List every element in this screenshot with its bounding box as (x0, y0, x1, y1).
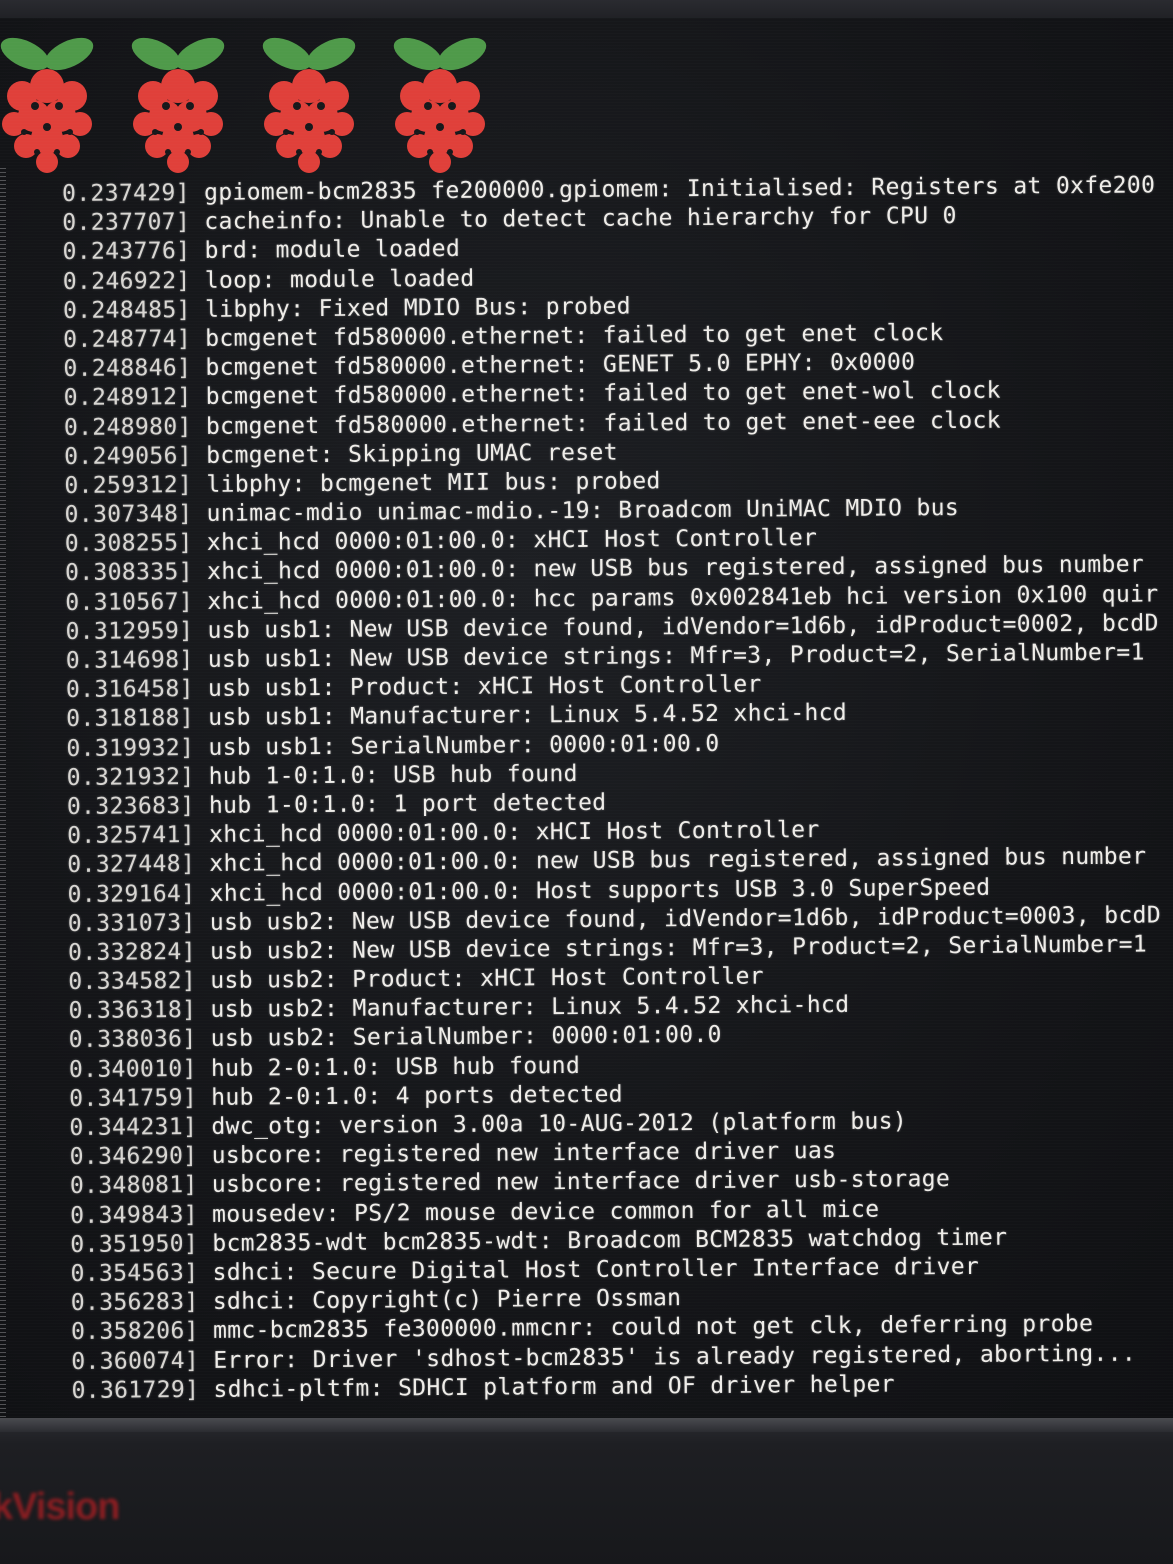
log-message: usbcore: registered new interface driver… (211, 1166, 951, 1199)
log-message: hub 1-0:1.0: USB hub found (208, 760, 578, 790)
log-timestamp: 0.354563] (70, 1259, 199, 1287)
log-timestamp: 0.308335] (64, 559, 193, 587)
raspberry-icon (131, 37, 225, 173)
log-timestamp: 0.308255] (64, 530, 193, 558)
log-message: libphy: bcmgenet MII bus: probed (206, 468, 661, 498)
log-message: xhci_hcd 0000:01:00.0: Host supports USB… (209, 874, 991, 907)
log-message: bcmgenet fd580000.ethernet: failed to ge… (205, 320, 944, 352)
log-timestamp: 0.338036] (68, 1026, 197, 1054)
log-timestamp: 0.351950] (70, 1230, 199, 1258)
log-message: Error: Driver 'sdhost-bcm2835' is alread… (213, 1340, 1137, 1374)
monitor-brand-logo: kVision (0, 1486, 120, 1528)
log-message: xhci_hcd 0000:01:00.0: hcc params 0x0028… (207, 581, 1159, 615)
log-message: bcm2835-wdt bcm2835-wdt: Broadcom BCM283… (212, 1224, 1008, 1257)
bezel-edge (0, 1418, 1173, 1432)
log-timestamp: 0.248485] (62, 296, 191, 324)
monitor-bezel-bottom: kVision (0, 1418, 1173, 1564)
log-timestamp: 0.361729] (71, 1376, 200, 1404)
log-message: hub 2-0:1.0: USB hub found (210, 1052, 581, 1082)
log-timestamp: 0.249056] (64, 442, 193, 470)
log-message: xhci_hcd 0000:01:00.0: new USB bus regis… (206, 551, 1145, 586)
log-timestamp: 0.358206] (70, 1318, 199, 1346)
raspberry-icon (0, 37, 94, 173)
screen-edge-artifact (0, 168, 6, 1418)
log-timestamp: 0.312959] (65, 617, 194, 645)
log-message: xhci_hcd 0000:01:00.0: xHCI Host Control… (209, 817, 820, 848)
log-message: sdhci: Secure Digital Host Controller In… (212, 1253, 980, 1286)
log-timestamp: 0.319932] (66, 734, 195, 762)
log-message: bcmgenet: Skipping UMAC reset (206, 439, 618, 469)
log-message: hub 2-0:1.0: 4 ports detected (211, 1081, 624, 1111)
log-timestamp: 0.334582] (68, 968, 197, 996)
log-message: bcmgenet fd580000.ethernet: failed to ge… (205, 377, 1001, 411)
log-timestamp: 0.248774] (63, 325, 192, 353)
log-timestamp: 0.327448] (67, 851, 196, 879)
console-screen: 0.237429] gpiomem-bcm2835 fe200000.gpiom… (0, 18, 1173, 1418)
log-timestamp: 0.329164] (67, 880, 196, 908)
log-message: usb usb2: Manufacturer: Linux 5.4.52 xhc… (210, 992, 850, 1024)
raspberry-pi-logo-icon (244, 24, 356, 173)
log-timestamp: 0.316458] (65, 676, 194, 704)
log-timestamp: 0.310567] (65, 588, 194, 616)
log-message: hub 1-0:1.0: 1 port detected (208, 789, 607, 819)
log-message: sdhci: Copyright(c) Pierre Ossman (212, 1285, 682, 1315)
log-message: bcmgenet fd580000.ethernet: failed to ge… (205, 407, 1002, 440)
log-timestamp: 0.341759] (69, 1084, 198, 1112)
log-timestamp: 0.318188] (66, 705, 195, 733)
log-message: usb usb2: New USB device strings: Mfr=3,… (209, 931, 1148, 965)
log-message: libphy: Fixed MDIO Bus: probed (204, 293, 632, 323)
kernel-log: 0.237429] gpiomem-bcm2835 fe200000.gpiom… (62, 171, 1173, 1406)
log-timestamp: 0.307348] (64, 501, 193, 529)
log-timestamp: 0.340010] (68, 1055, 197, 1083)
log-message: xhci_hcd 0000:01:00.0: xHCI Host Control… (206, 525, 818, 557)
log-message: sdhci-pltfm: SDHCI platform and OF drive… (213, 1371, 896, 1403)
log-message: xhci_hcd 0000:01:00.0: new USB bus regis… (209, 843, 1147, 878)
log-message: usb usb2: SerialNumber: 0000:01:00.0 (210, 1022, 722, 1053)
log-timestamp: 0.331073] (67, 909, 196, 937)
log-timestamp: 0.356283] (70, 1289, 199, 1317)
raspberry-icon (393, 37, 487, 173)
log-timestamp: 0.237429] (62, 179, 190, 207)
log-message: loop: module loaded (204, 265, 475, 294)
log-message: usb usb1: SerialNumber: 0000:01:00.0 (208, 730, 720, 761)
log-timestamp: 0.344231] (69, 1113, 198, 1141)
log-timestamp: 0.248980] (63, 413, 192, 441)
raspberry-icon (262, 37, 356, 173)
log-message: usb usb2: Product: xHCI Host Controller (210, 963, 765, 994)
log-timestamp: 0.323683] (66, 792, 195, 820)
log-message: dwc_otg: version 3.00a 10-AUG-2012 (plat… (211, 1108, 908, 1140)
log-message: usb usb1: Manufacturer: Linux 5.4.52 xhc… (208, 700, 848, 732)
log-timestamp: 0.348081] (69, 1172, 198, 1200)
log-timestamp: 0.248846] (63, 355, 192, 383)
log-timestamp: 0.321932] (66, 763, 195, 791)
log-timestamp: 0.360074] (71, 1347, 200, 1375)
log-timestamp: 0.346290] (69, 1143, 198, 1171)
log-message: mmc-bcm2835 fe300000.mmcnr: could not ge… (212, 1311, 1094, 1345)
log-timestamp: 0.314698] (65, 646, 194, 674)
log-message: usbcore: registered new interface driver… (211, 1138, 837, 1170)
log-timestamp: 0.332824] (67, 938, 196, 966)
log-timestamp: 0.237707] (62, 209, 191, 237)
log-timestamp: 0.325741] (67, 822, 196, 850)
log-timestamp: 0.246922] (62, 267, 191, 295)
raspberry-pi-logo-icon (0, 24, 94, 173)
log-timestamp: 0.248912] (63, 384, 192, 412)
log-message: gpiomem-bcm2835 fe200000.gpiomem: Initia… (203, 172, 1156, 206)
monitor-photo: 0.237429] gpiomem-bcm2835 fe200000.gpiom… (0, 0, 1173, 1564)
log-timestamp: 0.259312] (64, 471, 193, 499)
log-timestamp: 0.243776] (62, 238, 191, 266)
log-message: unimac-mdio unimac-mdio.-19: Broadcom Un… (206, 495, 960, 527)
log-message: mousedev: PS/2 mouse device common for a… (212, 1196, 880, 1228)
log-message: cacheinfo: Unable to detect cache hierar… (204, 203, 957, 236)
log-message: bcmgenet fd580000.ethernet: GENET 5.0 EP… (205, 349, 916, 382)
raspberry-pi-logo-icon (113, 24, 225, 173)
log-message: usb usb1: Product: xHCI Host Controller (207, 671, 762, 703)
raspberry-pi-logo-icon (375, 24, 487, 173)
log-message: usb usb1: New USB device strings: Mfr=3,… (207, 639, 1145, 673)
log-timestamp: 0.336318] (68, 997, 197, 1025)
log-message: brd: module loaded (204, 236, 461, 265)
log-timestamp: 0.349843] (70, 1201, 199, 1229)
boot-logo-row (0, 24, 520, 173)
